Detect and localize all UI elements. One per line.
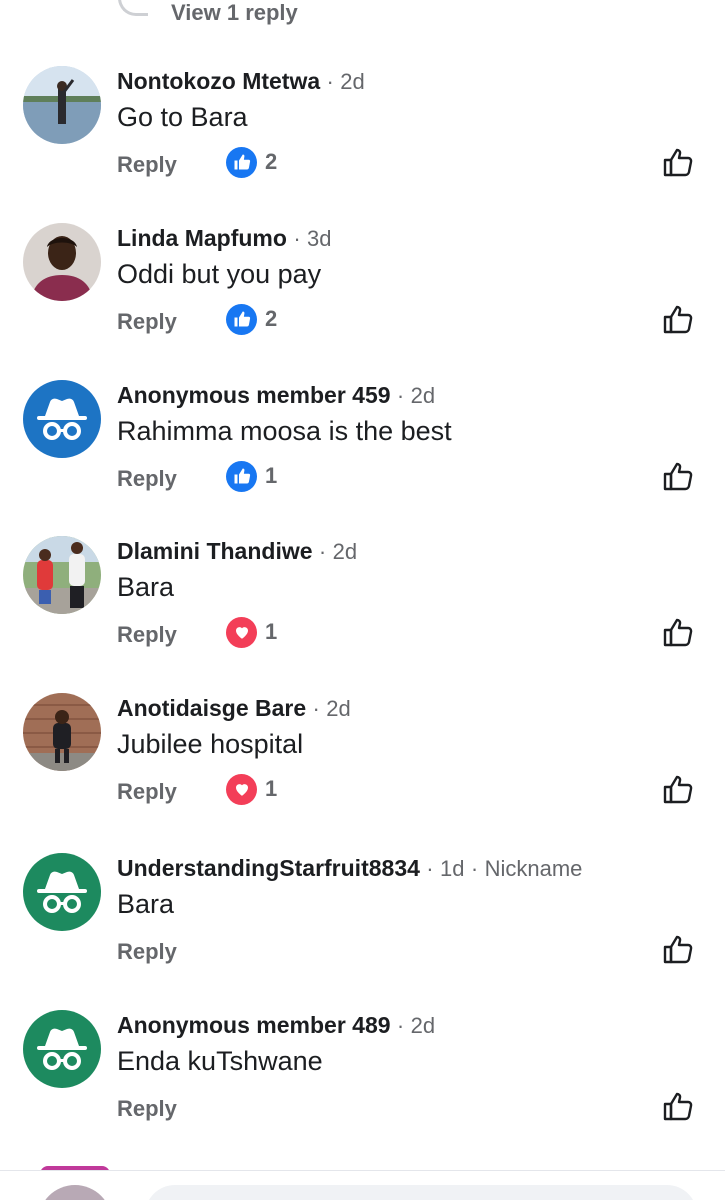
comment-text: Oddi but you pay xyxy=(117,259,322,289)
comment-text: Bara xyxy=(117,889,175,919)
like-button[interactable] xyxy=(661,301,697,337)
reply-button[interactable]: Reply xyxy=(117,152,177,178)
comment-author[interactable]: Anonymous member 459 xyxy=(117,382,391,408)
comment-text: Go to Bara xyxy=(117,102,248,132)
comment-text: Rahimma moosa is the best xyxy=(117,416,452,446)
reaction-summary[interactable]: 2 xyxy=(226,303,277,335)
reaction-summary[interactable]: 1 xyxy=(226,773,277,805)
thread-connector xyxy=(118,0,148,16)
thumbs-up-icon xyxy=(663,618,693,647)
reply-button[interactable]: Reply xyxy=(117,466,177,492)
comment-time[interactable]: 2d xyxy=(326,696,350,721)
like-button[interactable] xyxy=(661,144,697,180)
comment-text: Jubilee hospital xyxy=(117,729,304,759)
comment-author[interactable]: Anonymous member 489 xyxy=(117,1012,391,1038)
comment-item: Linda Mapfumo · 3d Oddi but you pay Repl… xyxy=(0,223,725,379)
like-button[interactable] xyxy=(661,771,697,807)
like-button[interactable] xyxy=(661,614,697,650)
avatar[interactable] xyxy=(23,693,101,771)
meta-separator: · xyxy=(396,383,405,408)
comment-text: Enda kuTshwane xyxy=(117,1046,323,1076)
like-button[interactable] xyxy=(661,458,697,494)
reaction-summary[interactable]: 1 xyxy=(226,460,277,492)
reaction-count: 2 xyxy=(265,306,278,331)
view-replies-row[interactable]: View 1 reply xyxy=(0,0,725,30)
meta-separator: · xyxy=(470,856,479,881)
thumbs-up-icon xyxy=(663,775,693,804)
meta-separator: · xyxy=(312,696,320,721)
reply-button[interactable]: Reply xyxy=(117,1096,177,1122)
reaction-summary[interactable]: 2 xyxy=(226,146,277,178)
current-user-avatar xyxy=(38,1185,112,1200)
love-reaction-icon xyxy=(226,773,257,805)
thumbs-up-icon xyxy=(663,148,693,177)
like-reaction-icon xyxy=(226,460,257,492)
thumbs-up-icon xyxy=(663,935,693,964)
reply-button[interactable]: Reply xyxy=(117,622,177,648)
comment-text: Bara xyxy=(117,572,175,602)
meta-separator: · xyxy=(293,226,301,251)
comment-author[interactable]: UnderstandingStarfruit8834 xyxy=(117,855,420,881)
thumbs-up-icon xyxy=(663,462,693,491)
comment-item: Anotidaisge Bare · 2d Jubilee hospital R… xyxy=(0,693,725,849)
comment-input[interactable] xyxy=(145,1185,697,1200)
meta-separator: · xyxy=(426,856,434,881)
meta-separator: · xyxy=(318,539,327,564)
comment-item: Anonymous member 459 · 2d Rahimma moosa … xyxy=(0,380,725,536)
love-reaction-icon xyxy=(226,616,257,648)
comment-item: Dlamini Thandiwe · 2d Bara Reply 1 xyxy=(0,536,725,692)
avatar[interactable] xyxy=(23,380,101,458)
comment-item: UnderstandingStarfruit8834 · 1d · Nickna… xyxy=(0,853,725,1009)
anonymous-member-icon xyxy=(23,1010,101,1088)
avatar[interactable] xyxy=(23,223,101,301)
comment-author[interactable]: Nontokozo Mtetwa xyxy=(117,68,320,94)
view-replies-link[interactable]: View 1 reply xyxy=(171,0,298,26)
comment-item: Nontokozo Mtetwa · 2d Go to Bara Reply 2 xyxy=(0,66,725,222)
reply-button[interactable]: Reply xyxy=(117,309,177,335)
meta-separator: · xyxy=(326,69,334,94)
avatar[interactable] xyxy=(23,66,101,144)
comment-author[interactable]: Dlamini Thandiwe xyxy=(117,538,313,564)
reaction-count: 1 xyxy=(265,463,278,488)
avatar[interactable] xyxy=(23,853,101,931)
comment-composer xyxy=(0,1170,725,1200)
like-reaction-icon xyxy=(226,146,257,178)
reaction-count: 1 xyxy=(265,776,278,801)
nickname-tag: Nickname xyxy=(484,856,583,881)
comment-author[interactable]: Anotidaisge Bare xyxy=(117,695,306,721)
reaction-count: 1 xyxy=(265,619,278,644)
comment-time[interactable]: 2d xyxy=(340,69,364,94)
reply-button[interactable]: Reply xyxy=(117,939,177,965)
comment-author[interactable]: Linda Mapfumo xyxy=(117,225,287,251)
reply-button[interactable]: Reply xyxy=(117,779,177,805)
meta-separator: · xyxy=(396,1013,405,1038)
reaction-count: 2 xyxy=(265,149,278,174)
avatar[interactable] xyxy=(23,1010,101,1088)
comment-time[interactable]: 3d xyxy=(307,226,331,251)
reaction-summary[interactable]: 1 xyxy=(226,616,277,648)
like-reaction-icon xyxy=(226,303,257,335)
thumbs-up-icon xyxy=(663,305,693,334)
avatar[interactable] xyxy=(23,536,101,614)
like-button[interactable] xyxy=(661,1088,697,1124)
comment-item: Anonymous member 489 · 2d Enda kuTshwane… xyxy=(0,1010,725,1166)
anonymous-member-icon xyxy=(23,380,101,458)
comment-time[interactable]: 1d xyxy=(440,856,464,881)
anonymous-member-icon xyxy=(23,853,101,931)
comment-time[interactable]: 2d xyxy=(411,383,435,408)
like-button[interactable] xyxy=(661,931,697,967)
thumbs-up-icon xyxy=(663,1092,693,1121)
comment-time[interactable]: 2d xyxy=(411,1013,435,1038)
comment-time[interactable]: 2d xyxy=(333,539,357,564)
